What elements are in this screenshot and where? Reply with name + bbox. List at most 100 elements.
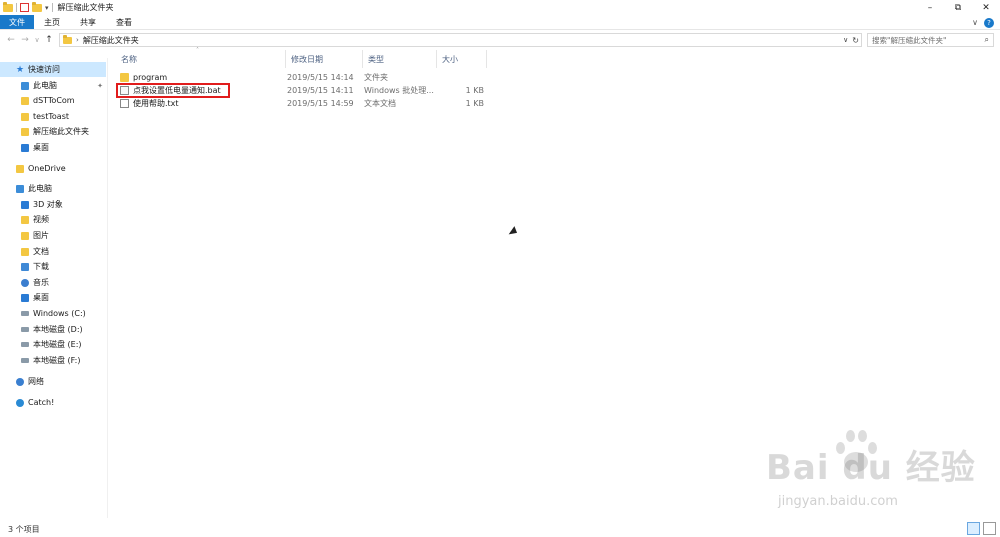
sidebar-item-music[interactable]: 音乐 <box>0 275 106 290</box>
sidebar-item-label: 此电脑 <box>33 81 57 90</box>
file-row-txt[interactable]: 使用帮助.txt 2019/5/15 14:59 文本文档 1 KB <box>118 97 498 110</box>
sidebar-item-label: 本地磁盘 (F:) <box>33 356 81 365</box>
sidebar-item-drive-c[interactable]: Windows (C:) <box>0 306 106 321</box>
item-count: 3 个项目 <box>8 524 40 534</box>
sidebar-item-drive-e[interactable]: 本地磁盘 (E:) <box>0 337 106 352</box>
folder-icon <box>120 73 129 82</box>
download-icon <box>21 262 29 271</box>
sidebar-item-drive-d[interactable]: 本地磁盘 (D:) <box>0 322 106 337</box>
sidebar-item-downloads[interactable]: 下载 <box>0 259 106 274</box>
catch-icon <box>16 398 24 407</box>
watermark-url: jingyan.baidu.com <box>778 494 898 509</box>
sidebar-item-3d-objects[interactable]: 3D 对象 <box>0 197 106 212</box>
drive-icon <box>21 342 29 347</box>
sidebar-item-label: Catch! <box>28 398 55 407</box>
search-box[interactable]: 搜索"解压缩此文件夹" ⌕ <box>867 33 994 47</box>
tab-share[interactable]: 共享 <box>70 15 106 29</box>
breadcrumb-separator-icon[interactable]: › <box>76 36 79 44</box>
sidebar-item-onedrive[interactable]: OneDrive <box>0 161 106 176</box>
drive-icon <box>21 311 29 316</box>
pc-icon <box>21 81 29 90</box>
sidebar-item-label: testToast <box>33 112 69 121</box>
recent-locations-button[interactable]: ∨ <box>32 36 42 44</box>
sidebar-item-this-pc[interactable]: 此电脑 <box>0 181 106 196</box>
sidebar-item-label: 此电脑 <box>28 184 52 193</box>
file-date: 2019/5/15 14:14 <box>287 73 354 82</box>
sidebar-item-catch[interactable]: Catch! <box>0 395 106 410</box>
sidebar-item-label: 快速访问 <box>28 65 60 74</box>
address-bar[interactable]: › 解压缩此文件夹 ∨ ↻ <box>59 33 862 47</box>
sidebar-item-testtoast[interactable]: testToast <box>0 109 106 124</box>
sidebar-item-dsttocom[interactable]: dSTToCom <box>0 93 106 108</box>
sidebar-item-drive-f[interactable]: 本地磁盘 (F:) <box>0 353 106 368</box>
navigation-pane: ★ 快速访问 此电脑 ✦ dSTToCom testToast 解压缩此文件夹 … <box>0 58 108 518</box>
sidebar-item-desktop-quick[interactable]: 桌面 <box>0 140 106 155</box>
folder-icon <box>3 1 13 12</box>
file-name: program <box>133 73 168 82</box>
help-icon[interactable]: ? <box>984 17 994 28</box>
search-icon: ⌕ <box>984 35 989 44</box>
music-icon <box>21 278 29 287</box>
toolbar-divider <box>16 3 17 12</box>
column-header-name[interactable]: 名称 <box>116 50 286 68</box>
file-date: 2019/5/15 14:11 <box>287 86 354 95</box>
watermark-text: Bai du 经验 <box>766 448 976 488</box>
sidebar-item-label: 文档 <box>33 247 49 256</box>
sidebar-item-label: 视频 <box>33 215 49 224</box>
forward-button[interactable]: → <box>18 35 32 45</box>
sidebar-item-label: Windows (C:) <box>33 309 86 318</box>
column-header-type[interactable]: 类型 <box>363 50 437 68</box>
search-input[interactable]: 搜索"解压缩此文件夹" <box>872 35 946 46</box>
ribbon-right-controls: ∨ ? <box>972 15 994 30</box>
desktop-icon <box>21 293 29 302</box>
sidebar-item-label: 桌面 <box>33 293 49 302</box>
customize-toolbar-icon[interactable]: ▾ <box>45 4 49 12</box>
sidebar-item-extract-folder[interactable]: 解压缩此文件夹 <box>0 124 106 139</box>
column-header-date[interactable]: 修改日期 <box>286 50 363 68</box>
sidebar-item-pictures[interactable]: 图片 <box>0 228 106 243</box>
back-button[interactable]: ← <box>4 35 18 45</box>
sidebar-item-label: OneDrive <box>28 164 66 173</box>
properties-icon[interactable] <box>20 3 29 12</box>
drive-icon <box>21 327 29 332</box>
sidebar-item-desktop[interactable]: 桌面 <box>0 290 106 305</box>
file-name: 使用帮助.txt <box>133 99 179 108</box>
sidebar-item-network[interactable]: 网络 <box>0 374 106 389</box>
chevron-down-icon[interactable]: ∨ <box>972 18 978 27</box>
sidebar-item-label: 3D 对象 <box>33 200 63 209</box>
minimize-button[interactable]: – <box>916 0 944 15</box>
sidebar-item-label: dSTToCom <box>33 96 75 105</box>
view-switcher <box>967 522 996 535</box>
documents-icon <box>21 247 29 256</box>
star-icon: ★ <box>16 64 25 75</box>
large-icons-view-icon[interactable] <box>983 522 996 535</box>
title-bar: ▾ 解压缩此文件夹 – ⧉ ✕ <box>0 0 1000 15</box>
sidebar-item-quick-access[interactable]: ★ 快速访问 <box>0 62 106 77</box>
tab-file[interactable]: 文件 <box>0 15 34 29</box>
pin-icon: ✦ <box>97 81 103 90</box>
column-header-label: 大小 <box>442 54 458 64</box>
file-size: 1 KB <box>465 99 484 108</box>
file-size: 1 KB <box>465 86 484 95</box>
refresh-button[interactable]: ↻ <box>852 36 859 45</box>
drive-icon <box>21 358 29 363</box>
column-header-label: 名称 <box>121 54 137 64</box>
tab-view[interactable]: 查看 <box>106 15 142 29</box>
up-button[interactable]: ↑ <box>42 35 56 45</box>
sidebar-item-documents[interactable]: 文档 <box>0 244 106 259</box>
folder-icon <box>21 112 29 121</box>
details-view-icon[interactable] <box>967 522 980 535</box>
file-type: 文本文档 <box>364 99 396 108</box>
sidebar-item-label: 音乐 <box>33 278 49 287</box>
pictures-icon <box>21 231 29 240</box>
column-header-size[interactable]: 大小 <box>437 50 487 68</box>
close-button[interactable]: ✕ <box>972 0 1000 15</box>
maximize-button[interactable]: ⧉ <box>944 0 972 15</box>
tab-home[interactable]: 主页 <box>34 15 70 29</box>
breadcrumb-current[interactable]: 解压缩此文件夹 <box>83 35 139 46</box>
address-dropdown-button[interactable]: ∨ <box>843 36 848 44</box>
column-header-label: 修改日期 <box>291 54 323 64</box>
new-folder-icon[interactable] <box>32 1 42 12</box>
sidebar-item-videos[interactable]: 视频 <box>0 212 106 227</box>
sidebar-item-this-pc-pinned[interactable]: 此电脑 ✦ <box>0 78 106 93</box>
